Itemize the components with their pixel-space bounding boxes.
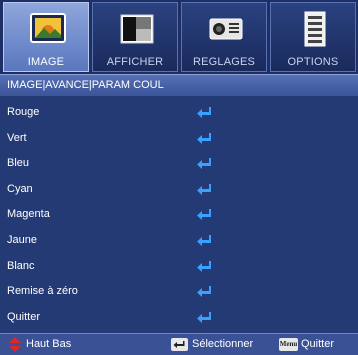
menu-item-label: Jaune: [7, 233, 37, 246]
footer-help-bar: Haut Bas Sélectionner Menu Quitter: [0, 333, 358, 355]
tab-label: IMAGE: [27, 56, 65, 68]
display-icon: [120, 14, 154, 44]
menu-item-label: Rouge: [7, 106, 40, 118]
footer-quit-label: Quitter: [301, 338, 335, 350]
menu-item-label: Remise à zéro: [7, 285, 78, 298]
enter-icon[interactable]: [196, 182, 214, 198]
enter-icon[interactable]: [196, 310, 214, 326]
menu-item-jaune[interactable]: Jaune: [0, 229, 358, 255]
enter-key-icon: [171, 338, 188, 351]
tab-reglages[interactable]: REGLAGES: [181, 2, 267, 72]
tab-options[interactable]: OPTIONS: [270, 2, 356, 72]
menu-item-label: Bleu: [7, 157, 30, 170]
menu-item-label: Quitter: [7, 310, 41, 323]
footer-select-label: Sélectionner: [192, 338, 254, 350]
osd-menu: IMAGE AFFICHER REGLAGES OPTIONS IMAGE|AV…: [0, 0, 358, 355]
menu-item-magenta[interactable]: Magenta: [0, 203, 358, 229]
tab-bar: IMAGE AFFICHER REGLAGES OPTIONS: [0, 0, 358, 74]
tab-label: AFFICHER: [106, 56, 164, 68]
menu-item-label: Vert: [7, 131, 27, 144]
enter-icon[interactable]: [196, 105, 214, 121]
menu-item-bleu[interactable]: Bleu: [0, 152, 358, 178]
tab-afficher[interactable]: AFFICHER: [92, 2, 178, 72]
menu-key-icon: Menu: [279, 338, 298, 351]
footer-nav-label: Haut Bas: [26, 338, 72, 350]
menu-item-cyan[interactable]: Cyan: [0, 178, 358, 204]
menu-item-label: Blanc: [7, 259, 35, 272]
enter-icon[interactable]: [196, 131, 214, 147]
enter-icon[interactable]: [196, 156, 214, 172]
enter-icon[interactable]: [196, 284, 214, 300]
enter-icon[interactable]: [196, 259, 214, 275]
tab-image[interactable]: IMAGE: [3, 2, 89, 72]
menu-item-blanc[interactable]: Blanc: [0, 255, 358, 281]
menu-item-reset[interactable]: Remise à zéro: [0, 280, 358, 306]
breadcrumb-text: IMAGE|AVANCE|PARAM COUL: [7, 79, 164, 91]
tab-label: OPTIONS: [287, 56, 339, 68]
menu-item-label: Magenta: [7, 208, 50, 221]
tab-label: REGLAGES: [192, 56, 256, 68]
projector-icon: [209, 18, 243, 40]
options-icon: [304, 11, 326, 47]
menu-item-quitter[interactable]: Quitter: [0, 306, 358, 332]
menu-item-vert[interactable]: Vert: [0, 127, 358, 153]
menu-list: Rouge Vert Bleu Cyan Magenta Jaune Blanc…: [0, 101, 358, 331]
breadcrumb: IMAGE|AVANCE|PARAM COUL: [0, 74, 358, 96]
image-icon: [30, 13, 66, 43]
menu-item-label: Cyan: [7, 182, 33, 195]
enter-icon[interactable]: [196, 233, 214, 249]
menu-item-rouge[interactable]: Rouge: [0, 101, 358, 127]
enter-icon[interactable]: [196, 207, 214, 223]
up-down-arrow-icon: [9, 337, 21, 352]
